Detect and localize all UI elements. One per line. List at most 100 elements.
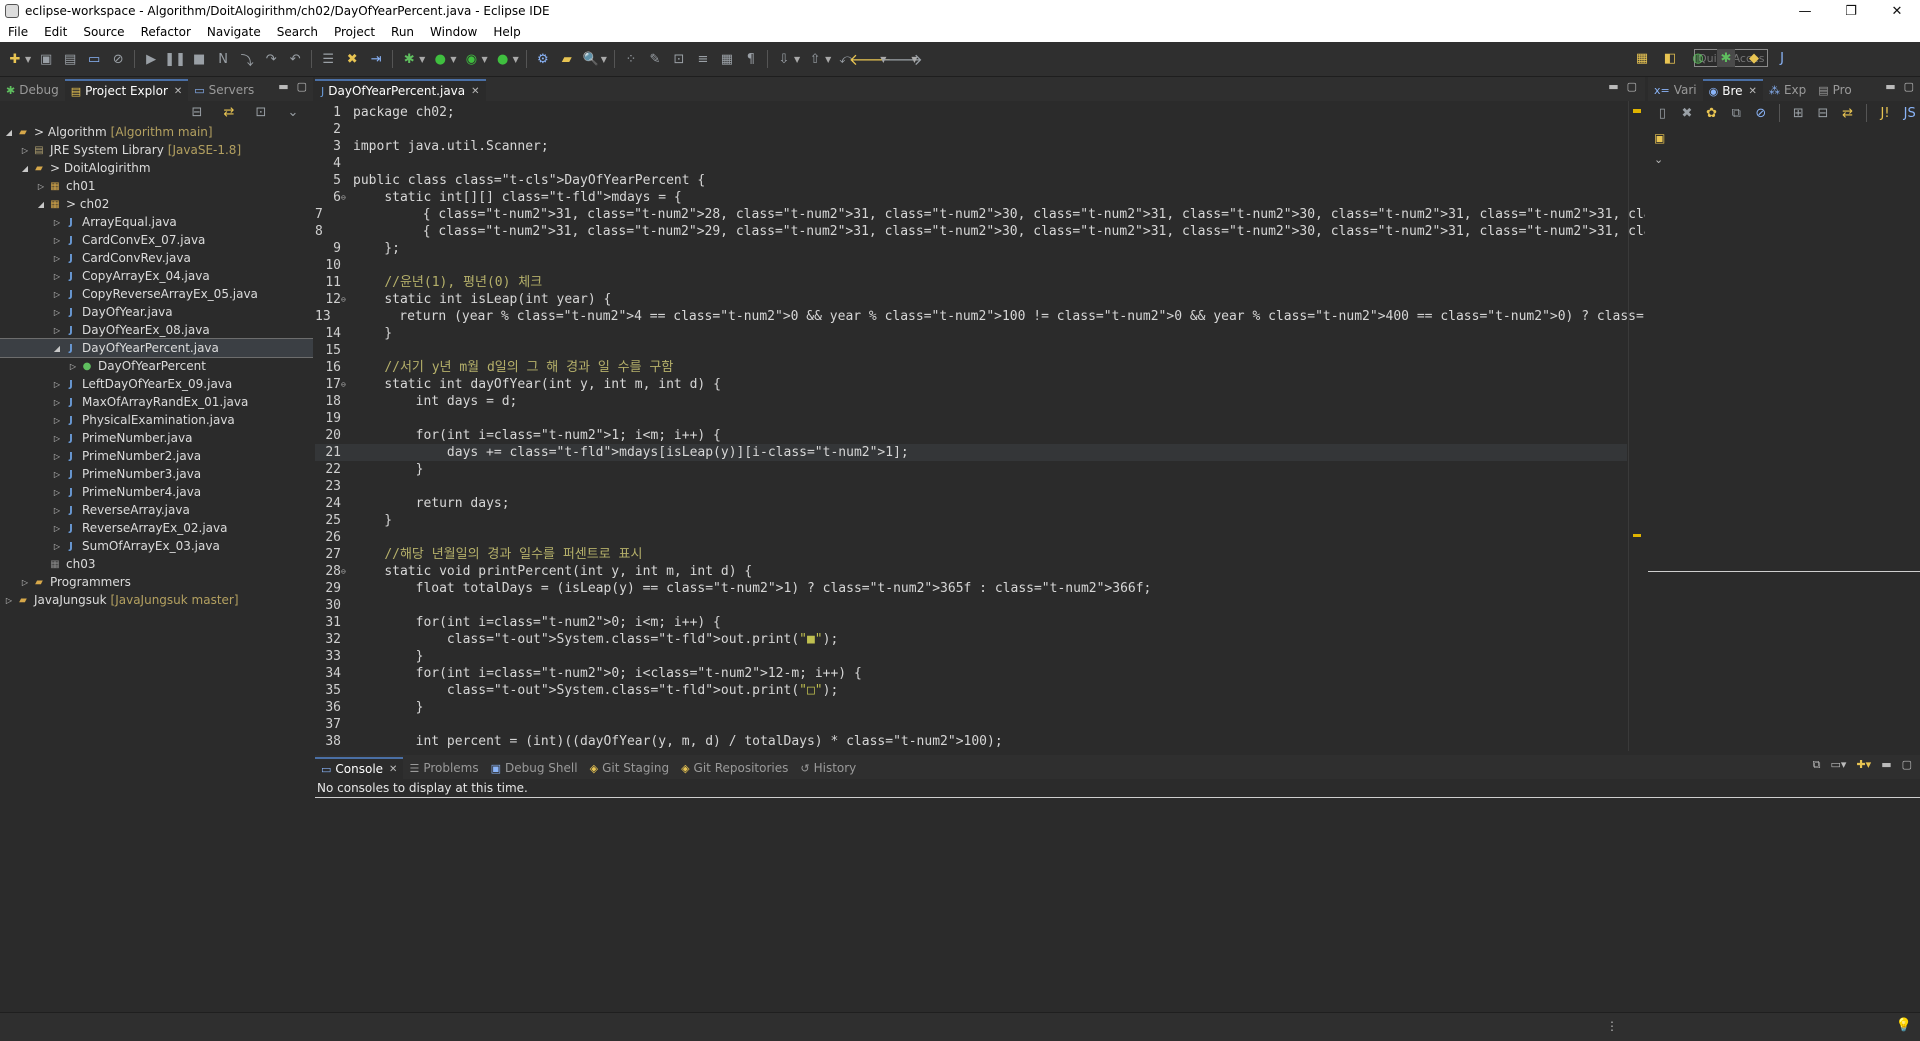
- code-line[interactable]: 23: [315, 478, 1627, 495]
- save-icon[interactable]: ▣: [37, 50, 55, 68]
- debug-icon[interactable]: ✱: [400, 50, 418, 68]
- collapsed-icon[interactable]: ▷: [50, 308, 64, 317]
- minimize-icon[interactable]: ▬: [1608, 80, 1618, 93]
- code-line[interactable]: 27 //해당 년월일의 경과 일수를 퍼센트로 표시: [315, 546, 1627, 563]
- tree-item[interactable]: ▷ J PrimeNumber.java: [0, 429, 313, 447]
- tree-item[interactable]: ▷ ● DayOfYearPercent: [0, 357, 313, 375]
- code-line[interactable]: 33 }: [315, 648, 1627, 665]
- tree-item[interactable]: ▦ ch03: [0, 555, 313, 573]
- minimize-icon[interactable]: ▬: [1885, 80, 1895, 93]
- collapsed-icon[interactable]: ▷: [50, 542, 64, 551]
- collapsed-icon[interactable]: ▷: [50, 272, 64, 281]
- menu-source[interactable]: Source: [75, 25, 132, 39]
- tree-item[interactable]: ▷ J CardConvRev.java: [0, 249, 313, 267]
- open-task-icon[interactable]: ☰: [319, 50, 337, 68]
- tree-item[interactable]: ▷ ▦ ch01: [0, 177, 313, 195]
- expand-all-icon[interactable]: ⊞: [1791, 104, 1806, 122]
- code-line[interactable]: 1 package ch02;: [315, 104, 1627, 121]
- show-whitespace-icon[interactable]: ▦: [718, 50, 736, 68]
- close-icon[interactable]: ✕: [389, 764, 397, 775]
- collapsed-icon[interactable]: ▷: [50, 434, 64, 443]
- tree-item-selected[interactable]: ◢ J DayOfYearPercent.java: [0, 338, 313, 358]
- open-console-icon[interactable]: ▭: [85, 50, 103, 68]
- coverage-dropdown-icon[interactable]: ▼: [481, 55, 487, 64]
- new-icon[interactable]: ✚: [6, 50, 24, 68]
- tree-item[interactable]: ▷ J ArrayEqual.java: [0, 213, 313, 231]
- focus-icon[interactable]: ⊡: [252, 103, 270, 121]
- tab-servers[interactable]: ▭ Servers: [188, 79, 260, 101]
- status-menu-icon[interactable]: ⋮: [1606, 1019, 1618, 1033]
- maximize-icon[interactable]: ▢: [1627, 80, 1637, 93]
- link-with-editor-icon[interactable]: ⇄: [220, 103, 238, 121]
- close-button[interactable]: ✕: [1874, 0, 1920, 22]
- word-wrap-icon[interactable]: ≡: [694, 50, 712, 68]
- tip-lightbulb-icon[interactable]: 💡: [1896, 1018, 1912, 1033]
- code-editor[interactable]: 1 package ch02; 2 3 import java.util.Scanner…: [315, 101, 1645, 751]
- tab-problems[interactable]: ☰ Problems: [403, 757, 484, 779]
- suspend-icon[interactable]: ❚❚: [164, 50, 186, 68]
- tab-variables[interactable]: x= Vari: [1648, 79, 1703, 101]
- collapsed-icon[interactable]: ▷: [50, 452, 64, 461]
- toggle-breadcrumb-icon[interactable]: ⊡: [670, 50, 688, 68]
- tree-item[interactable]: ▷ J CopyReverseArrayEx_05.java: [0, 285, 313, 303]
- code-line[interactable]: 36 }: [315, 699, 1627, 716]
- code-line[interactable]: 4: [315, 155, 1627, 172]
- java-perspective-icon[interactable]: J: [1773, 49, 1791, 67]
- occurrence-marker[interactable]: [1633, 534, 1641, 537]
- code-line[interactable]: 19: [315, 410, 1627, 427]
- remove-breakpoint-icon[interactable]: ▯: [1655, 104, 1670, 122]
- next-annotation-dropdown-icon[interactable]: ▼: [794, 55, 800, 64]
- add-exception-breakpoint-icon[interactable]: J!: [1878, 104, 1893, 122]
- external-tools-dropdown-icon[interactable]: ▼: [513, 55, 519, 64]
- tree-item[interactable]: ▷ J LeftDayOfYearEx_09.java: [0, 375, 313, 393]
- tools-icon[interactable]: ✖: [343, 50, 361, 68]
- disconnect-icon[interactable]: N: [214, 50, 232, 68]
- code-line[interactable]: 6 ⊖ static int[][] class="t-fld">mdays = …: [315, 189, 1627, 206]
- new-java-project-icon[interactable]: ⚙: [534, 50, 552, 68]
- code-line[interactable]: 35 class="t-out">System.class="t-fld">ou…: [315, 682, 1627, 699]
- collapsed-icon[interactable]: ▷: [50, 236, 64, 245]
- tab-debug-shell[interactable]: ▣ Debug Shell: [485, 757, 584, 779]
- tree-item[interactable]: ▷ J CopyArrayEx_04.java: [0, 267, 313, 285]
- external-tools-icon[interactable]: ●: [494, 50, 512, 68]
- next-annotation-icon[interactable]: ⇩: [775, 50, 793, 68]
- code-line[interactable]: 7 { class="t-num2">31, class="t-num2">28…: [315, 206, 1645, 223]
- tree-item[interactable]: ▷ J DayOfYearEx_08.java: [0, 321, 313, 339]
- tree-item[interactable]: ▷ J DayOfYear.java: [0, 303, 313, 321]
- close-icon[interactable]: ✕: [174, 86, 182, 97]
- code-line[interactable]: 38 int percent = (int)((dayOfYear(y, m, …: [315, 733, 1627, 750]
- warning-marker[interactable]: [1633, 109, 1641, 113]
- link-with-debug-view-icon[interactable]: ⇄: [1840, 104, 1855, 122]
- tab-properties[interactable]: ▤ Pro: [1812, 79, 1857, 101]
- new-dropdown-icon[interactable]: ▼: [25, 55, 31, 64]
- collapsed-icon[interactable]: ▷: [50, 488, 64, 497]
- tree-item[interactable]: ▷ J SumOfArrayEx_03.java: [0, 537, 313, 555]
- tree-item[interactable]: ◢ ▰ > Algorithm [Algorithm main]: [0, 123, 313, 141]
- collapsed-icon[interactable]: ▷: [34, 182, 48, 191]
- code-line[interactable]: 34 for(int i=class="t-num2">0; i<class="…: [315, 665, 1627, 682]
- tree-item[interactable]: ▷ J ReverseArrayEx_02.java: [0, 519, 313, 537]
- collapsed-icon[interactable]: ▷: [50, 218, 64, 227]
- menu-search[interactable]: Search: [269, 25, 326, 39]
- code-line[interactable]: 13 return (year % class="t-num2">4 == cl…: [315, 308, 1645, 325]
- open-type-icon[interactable]: ▰: [558, 50, 576, 68]
- code-line[interactable]: 29 float totalDays = (isLeap(y) == class…: [315, 580, 1627, 597]
- skip-all-breakpoints-icon[interactable]: ⊘: [1754, 104, 1769, 122]
- resume-icon[interactable]: ▶: [142, 50, 160, 68]
- display-console-icon[interactable]: ▭▾: [1831, 758, 1847, 772]
- toggle-mark-occurrences-icon[interactable]: ⁘: [622, 50, 640, 68]
- code-line[interactable]: 11 //윤년(1), 평년(0) 체크: [315, 274, 1627, 291]
- tree-item[interactable]: ▷ ▤ JRE System Library [JavaSE-1.8]: [0, 141, 313, 159]
- run-coverage-icon[interactable]: ◉: [462, 50, 480, 68]
- collapsed-icon[interactable]: ▷: [50, 290, 64, 299]
- debug-dropdown-icon[interactable]: ▼: [419, 55, 425, 64]
- collapsed-icon[interactable]: ▷: [50, 506, 64, 515]
- tree-item[interactable]: ▷ J CardConvEx_07.java: [0, 231, 313, 249]
- console-body[interactable]: No consoles to display at this time.: [315, 779, 1920, 1011]
- tab-expressions[interactable]: ⁂ Exp: [1763, 79, 1812, 101]
- collapsed-icon[interactable]: ▷: [50, 380, 64, 389]
- pin-console-icon[interactable]: ⧉: [1813, 758, 1821, 772]
- menu-run[interactable]: Run: [383, 25, 422, 39]
- open-console-icon[interactable]: ✚▾: [1856, 758, 1871, 772]
- menu-refactor[interactable]: Refactor: [133, 25, 199, 39]
